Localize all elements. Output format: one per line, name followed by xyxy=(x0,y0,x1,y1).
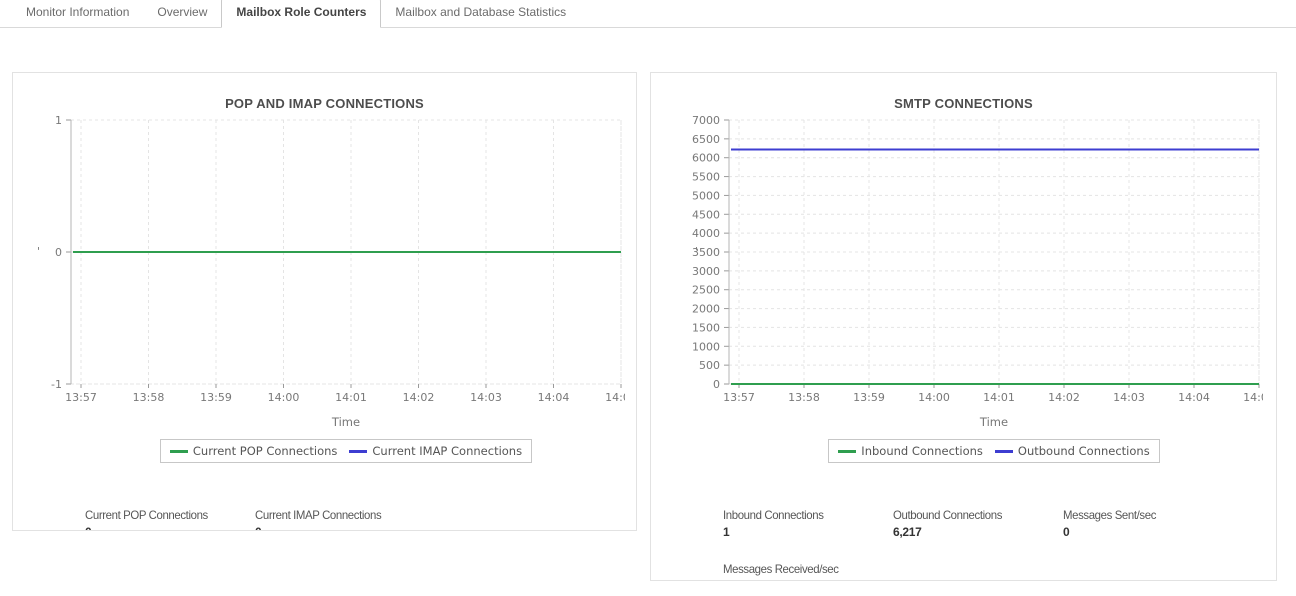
tab-monitor-information[interactable]: Monitor Information xyxy=(12,0,143,27)
y-axis-title: ' xyxy=(695,245,698,258)
y-tick-label: 6000 xyxy=(692,152,720,165)
page: Monitor InformationOverviewMailbox Role … xyxy=(0,0,1296,596)
y-tick-label: 500 xyxy=(699,359,720,372)
chart-svg: -1 0 1 13:57 13:58 13:59 14:00 14:01 14:02 14:03 1… xyxy=(13,116,625,408)
legend-label: Inbound Connections xyxy=(861,444,983,458)
legend-label: Current IMAP Connections xyxy=(372,444,522,458)
x-axis-title: Time xyxy=(729,415,1259,429)
legend-swatch xyxy=(838,450,856,453)
y-tick-label: 3000 xyxy=(692,265,720,278)
x-tick-label: 14:00 xyxy=(918,391,950,404)
stat-item: Current POP Connections 0 xyxy=(85,508,255,531)
stat-value: 1 xyxy=(723,525,893,539)
stat-label: Inbound Connections xyxy=(723,508,885,522)
y-tick-label: 4500 xyxy=(692,208,720,221)
y-tick-label: 1 xyxy=(55,116,62,127)
stat-value: 0 xyxy=(1063,525,1233,539)
y-tick-label: 1000 xyxy=(692,340,720,353)
y-tick-label: -1 xyxy=(51,378,62,391)
stats-grid: Inbound Connections 1Outbound Connections… xyxy=(723,508,1276,581)
x-tick-label: 14:04 xyxy=(1178,391,1210,404)
legend-wrap: Current POP Connections Current IMAP Conn… xyxy=(71,439,621,463)
pop-imap-connections-panel: POP AND IMAP CONNECTIONS -1 0 1 13:57 13:58 1… xyxy=(12,72,637,531)
stat-label: Current IMAP Connections xyxy=(255,508,417,522)
legend-swatch xyxy=(170,450,188,453)
x-tick-label: 14:05 xyxy=(605,391,625,404)
stat-item: Messages Sent/sec 0 xyxy=(1063,508,1233,539)
chart-legend: Current POP Connections Current IMAP Conn… xyxy=(160,439,532,463)
x-tick-label: 13:59 xyxy=(853,391,885,404)
panels-container: POP AND IMAP CONNECTIONS -1 0 1 13:57 13:58 1… xyxy=(0,72,1296,581)
y-tick-label: 5000 xyxy=(692,189,720,202)
x-tick-label: 14:02 xyxy=(403,391,435,404)
y-tick-label: 7000 xyxy=(692,116,720,127)
y-tick-label: 0 xyxy=(55,246,62,259)
legend-item: Inbound Connections xyxy=(838,444,983,458)
stat-item: Inbound Connections 1 xyxy=(723,508,893,539)
tab-mailbox-and-database-statistics[interactable]: Mailbox and Database Statistics xyxy=(381,0,580,27)
stat-value: 0 xyxy=(723,579,893,581)
x-tick-label: 13:57 xyxy=(65,391,97,404)
chart-title: SMTP CONNECTIONS xyxy=(651,96,1276,111)
legend-swatch xyxy=(995,450,1013,453)
x-axis-title: Time xyxy=(71,415,621,429)
chart-legend: Inbound Connections Outbound Connections xyxy=(828,439,1159,463)
stat-label: Current POP Connections xyxy=(85,508,247,522)
tab-mailbox-role-counters[interactable]: Mailbox Role Counters xyxy=(221,0,381,28)
x-tick-label: 13:58 xyxy=(133,391,165,404)
y-tick-label: 0 xyxy=(713,378,720,391)
pop-imap-chart: -1 0 1 13:57 13:58 13:59 14:00 14:01 14:02 14:03 1… xyxy=(13,116,636,413)
x-tick-label: 14:01 xyxy=(983,391,1015,404)
stat-item: Outbound Connections 6,217 xyxy=(893,508,1063,539)
y-tick-label: 2000 xyxy=(692,303,720,316)
x-tick-label: 14:01 xyxy=(335,391,367,404)
y-tick-label: 1500 xyxy=(692,321,720,334)
x-tick-label: 14:03 xyxy=(1113,391,1145,404)
stat-label: Outbound Connections xyxy=(893,508,1055,522)
legend-item: Current POP Connections xyxy=(170,444,338,458)
x-tick-label: 14:00 xyxy=(268,391,300,404)
stat-item: Current IMAP Connections 0 xyxy=(255,508,425,531)
stat-label: Messages Received/sec xyxy=(723,562,885,576)
x-tick-label: 14:04 xyxy=(538,391,570,404)
legend-label: Outbound Connections xyxy=(1018,444,1150,458)
chart-title: POP AND IMAP CONNECTIONS xyxy=(13,96,636,111)
tab-overview[interactable]: Overview xyxy=(143,0,221,27)
tab-bar: Monitor InformationOverviewMailbox Role … xyxy=(0,0,1296,28)
stat-value: 0 xyxy=(85,525,255,531)
smtp-chart: 0500100015002000250030003500400045005000… xyxy=(651,116,1276,413)
legend-item: Current IMAP Connections xyxy=(349,444,522,458)
y-tick-label: 4000 xyxy=(692,227,720,240)
stats-grid: Current POP Connections0Current IMAP Con… xyxy=(85,508,636,531)
stat-item: Messages Received/sec 0 xyxy=(723,562,893,581)
stat-value: 0 xyxy=(255,525,425,531)
x-tick-label: 13:59 xyxy=(200,391,232,404)
y-tick-label: 2500 xyxy=(692,284,720,297)
x-tick-label: 14:02 xyxy=(1048,391,1080,404)
y-tick-label: 6500 xyxy=(692,133,720,146)
stat-value: 6,217 xyxy=(893,525,1063,539)
legend-item: Outbound Connections xyxy=(995,444,1150,458)
x-tick-label: 13:57 xyxy=(723,391,755,404)
y-tick-label: 5500 xyxy=(692,171,720,184)
x-tick-label: 14:03 xyxy=(470,391,502,404)
legend-label: Current POP Connections xyxy=(193,444,338,458)
x-tick-label: 13:58 xyxy=(788,391,820,404)
chart-svg: 0500100015002000250030003500400045005000… xyxy=(651,116,1263,408)
smtp-connections-panel: SMTP CONNECTIONS 0 500 1000 1500 2000 2500 300… xyxy=(650,72,1277,581)
legend-wrap: Inbound Connections Outbound Connections xyxy=(729,439,1259,463)
stat-label: Messages Sent/sec xyxy=(1063,508,1225,522)
x-tick-label: 14:05 xyxy=(1243,391,1263,404)
legend-swatch xyxy=(349,450,367,453)
y-axis-title: ' xyxy=(37,245,40,258)
